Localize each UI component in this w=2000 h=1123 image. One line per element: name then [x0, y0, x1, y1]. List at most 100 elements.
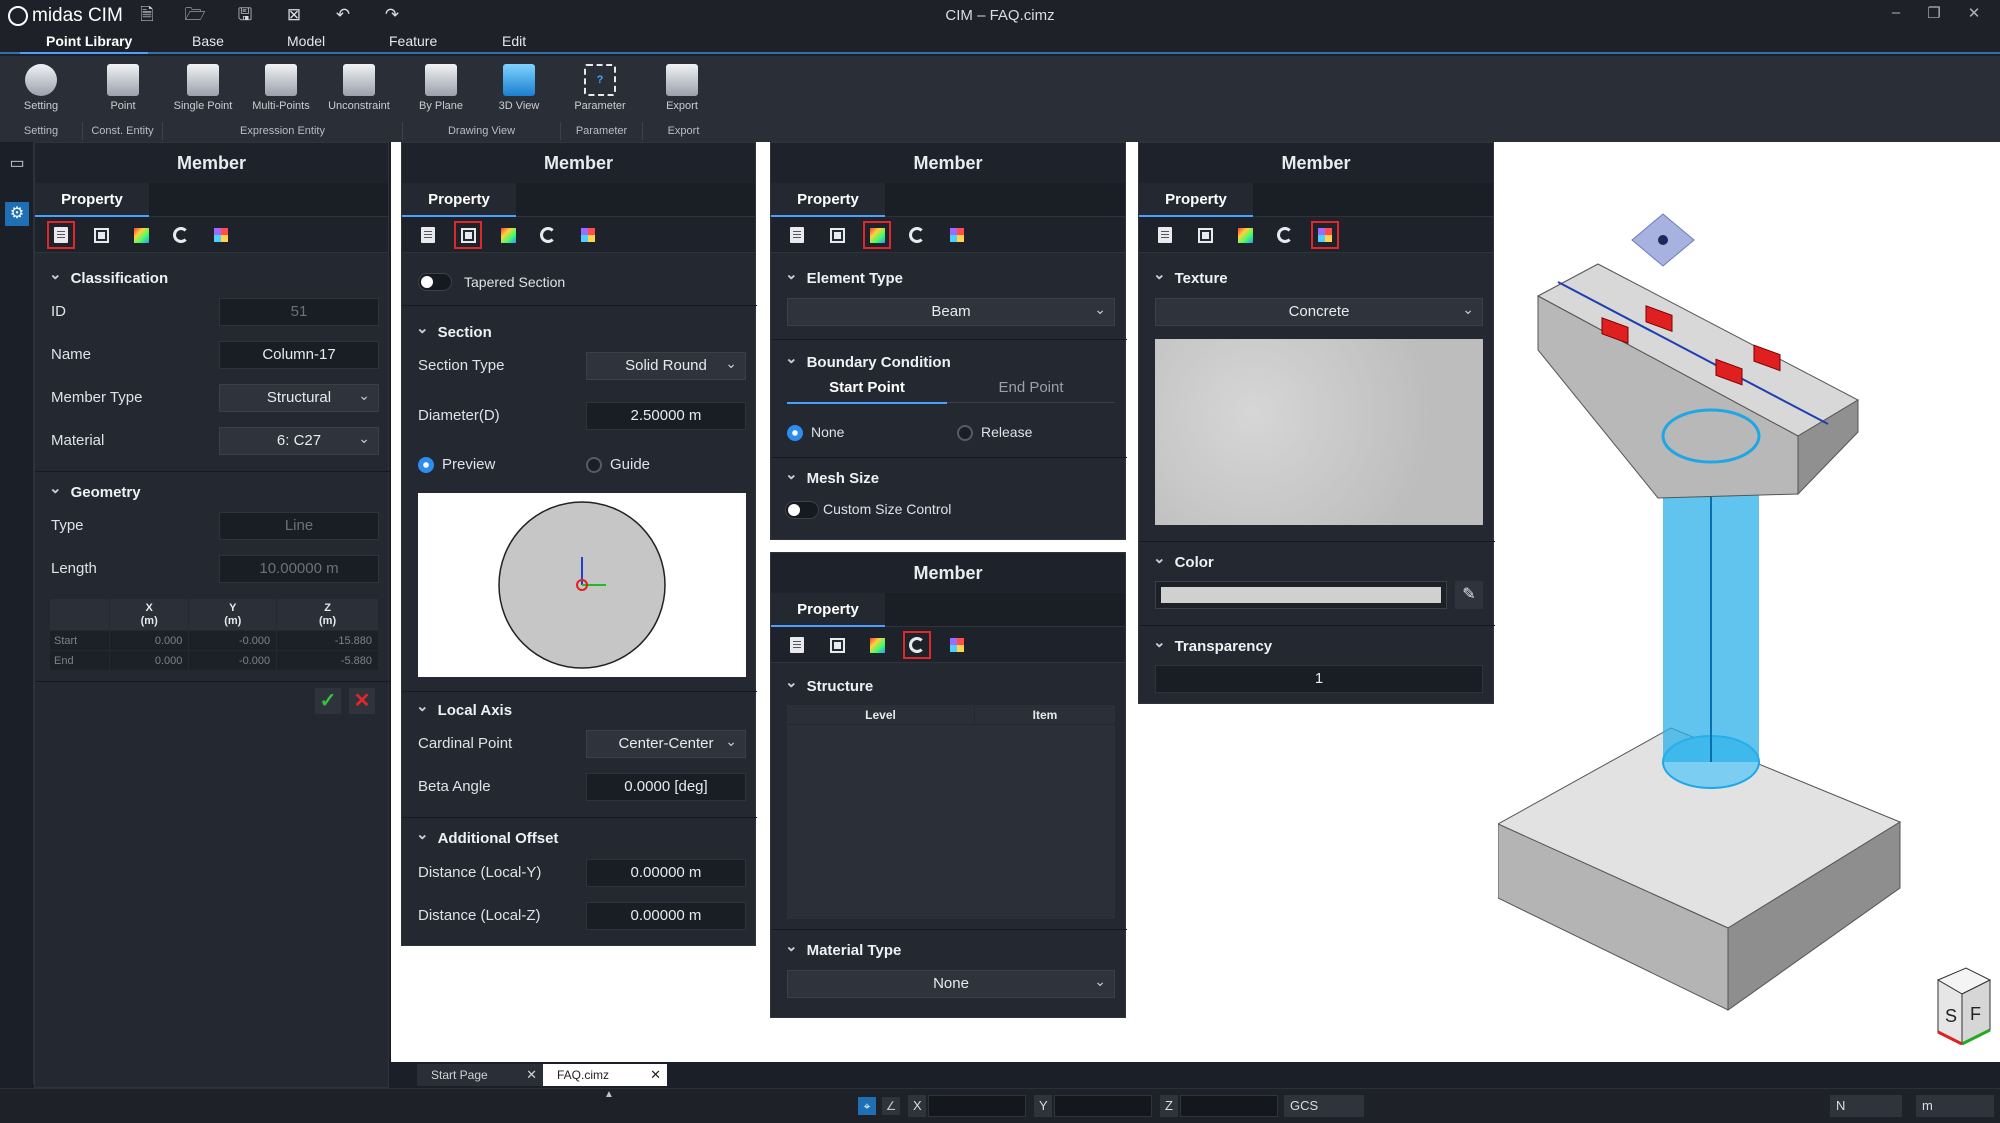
close-tab-icon[interactable]: ✕ — [650, 1064, 661, 1086]
tab-property[interactable]: Property — [771, 593, 885, 627]
tab-point-library[interactable]: Point Library — [46, 33, 132, 49]
section-type-select[interactable]: Solid Round — [586, 350, 746, 380]
minimize-icon[interactable]: – — [1884, 4, 1908, 26]
section-frame-icon[interactable] — [89, 223, 113, 247]
single-point-button[interactable]: Single Point — [168, 62, 238, 122]
end-point-tab[interactable]: End Point — [947, 379, 1115, 403]
color-gradient-icon[interactable] — [863, 221, 891, 249]
custom-size-toggle[interactable] — [785, 501, 819, 519]
color-header[interactable]: Color — [1153, 553, 1214, 571]
refresh-circle-icon[interactable] — [1273, 223, 1297, 247]
general-doc-icon[interactable] — [416, 223, 440, 247]
restore-icon[interactable]: ❐ — [1922, 4, 1946, 26]
preview-radio[interactable] — [418, 457, 434, 473]
point-button[interactable]: Point — [88, 62, 158, 122]
parameter-button[interactable]: ? Parameter — [565, 62, 635, 122]
element-type-select[interactable]: Beam — [787, 296, 1115, 326]
open-folder-icon[interactable]: 🗁 — [184, 4, 206, 26]
section-frame-icon[interactable] — [454, 221, 482, 249]
refresh-circle-icon[interactable] — [169, 223, 193, 247]
refresh-circle-icon[interactable] — [905, 223, 929, 247]
name-field[interactable]: Column-17 — [219, 341, 379, 369]
general-doc-icon[interactable] — [785, 633, 809, 657]
palette-grid-icon[interactable] — [209, 223, 233, 247]
general-doc-icon[interactable] — [1153, 223, 1177, 247]
material-type-header[interactable]: Material Type — [785, 941, 902, 959]
structure-header[interactable]: Structure — [785, 677, 874, 695]
undo-icon[interactable]: ↶ — [332, 4, 354, 26]
table-cell[interactable]: 0.000 — [108, 650, 190, 671]
3d-viewport[interactable]: S F — [1496, 142, 2000, 1062]
material-type-select[interactable]: None — [787, 968, 1115, 998]
tab-property[interactable]: Property — [1139, 183, 1253, 217]
tab-property[interactable]: Property — [35, 183, 149, 217]
tab-start-page[interactable]: Start Page ✕ — [417, 1064, 543, 1086]
table-cell[interactable]: -0.000 — [188, 630, 278, 651]
tapered-section-toggle[interactable] — [418, 273, 452, 291]
redo-icon[interactable]: ↷ — [381, 4, 403, 26]
classification-header[interactable]: Classification — [49, 269, 169, 287]
boundary-condition-header[interactable]: Boundary Condition — [785, 353, 951, 371]
multi-points-button[interactable]: Multi-Points — [246, 62, 316, 122]
color-swatch[interactable] — [1155, 581, 1447, 609]
by-plane-button[interactable]: By Plane — [406, 62, 476, 122]
color-gradient-icon[interactable] — [1233, 223, 1257, 247]
settings-gear-icon[interactable]: ⚙ — [5, 202, 29, 226]
close-window-icon[interactable]: ✕ — [1962, 4, 1986, 26]
tab-edit[interactable]: Edit — [502, 33, 526, 49]
tab-property[interactable]: Property — [402, 183, 516, 217]
refresh-circle-icon[interactable] — [903, 631, 931, 659]
new-file-icon[interactable]: 🗎 — [136, 4, 158, 26]
member-type-select[interactable]: Structural — [219, 382, 379, 412]
palette-grid-icon[interactable] — [945, 223, 969, 247]
geometry-header[interactable]: Geometry — [49, 483, 141, 501]
texture-select[interactable]: Concrete — [1155, 296, 1483, 326]
refresh-circle-icon[interactable] — [536, 223, 560, 247]
length-unit-select[interactable]: m — [1916, 1095, 1994, 1117]
palette-grid-icon[interactable] — [576, 223, 600, 247]
table-cell[interactable]: 0.000 — [108, 630, 190, 651]
color-gradient-icon[interactable] — [496, 223, 520, 247]
table-cell[interactable]: -15.880 — [276, 630, 379, 651]
unconstraint-button[interactable]: Unconstraint — [324, 62, 394, 122]
z-input[interactable] — [1180, 1095, 1278, 1117]
table-cell[interactable]: -5.880 — [276, 650, 379, 671]
tab-faq-cimz[interactable]: FAQ.cimz ✕ — [543, 1064, 667, 1086]
angle-icon[interactable]: ∠ — [882, 1097, 900, 1115]
diameter-field[interactable]: 2.50000 m — [586, 402, 746, 430]
y-input[interactable] — [1054, 1095, 1152, 1117]
eyedropper-icon[interactable]: ✎ — [1455, 581, 1483, 609]
start-point-tab[interactable]: Start Point — [787, 379, 947, 404]
force-unit-select[interactable]: N — [1830, 1095, 1902, 1117]
collapse-caret-icon[interactable]: ▲ — [604, 1089, 614, 1100]
tab-property[interactable]: Property — [771, 183, 885, 217]
release-radio[interactable] — [957, 425, 973, 441]
texture-header[interactable]: Texture — [1153, 269, 1228, 287]
distance-y-field[interactable]: 0.00000 m — [586, 859, 746, 887]
mesh-size-header[interactable]: Mesh Size — [785, 469, 880, 487]
palette-grid-icon[interactable] — [1311, 221, 1339, 249]
cancel-x-icon[interactable]: ✕ — [349, 688, 375, 714]
none-radio[interactable] — [787, 425, 803, 441]
beta-angle-field[interactable]: 0.0000 [deg] — [586, 773, 746, 801]
guide-radio[interactable] — [586, 457, 602, 473]
table-cell[interactable]: -0.000 — [188, 650, 278, 671]
setting-button[interactable]: Setting — [6, 62, 76, 122]
color-gradient-icon[interactable] — [129, 223, 153, 247]
tab-model[interactable]: Model — [287, 33, 325, 49]
color-gradient-icon[interactable] — [865, 633, 889, 657]
3d-view-button[interactable]: 3D View — [484, 62, 554, 122]
section-frame-icon[interactable] — [825, 223, 849, 247]
section-frame-icon[interactable] — [825, 633, 849, 657]
cardinal-point-select[interactable]: Center-Center — [586, 728, 746, 758]
local-axis-header[interactable]: Local Axis — [416, 701, 512, 719]
x-input[interactable] — [928, 1095, 1026, 1117]
close-tab-icon[interactable]: ✕ — [526, 1064, 537, 1086]
monitor-icon[interactable]: ▭ — [5, 152, 29, 176]
apply-check-icon[interactable]: ✓ — [315, 688, 341, 714]
view-cube-icon[interactable]: S F — [1936, 967, 1992, 1046]
close-file-icon[interactable]: ⊠ — [283, 4, 305, 26]
general-doc-icon[interactable] — [785, 223, 809, 247]
tab-base[interactable]: Base — [192, 33, 224, 49]
general-doc-icon[interactable] — [47, 221, 75, 249]
